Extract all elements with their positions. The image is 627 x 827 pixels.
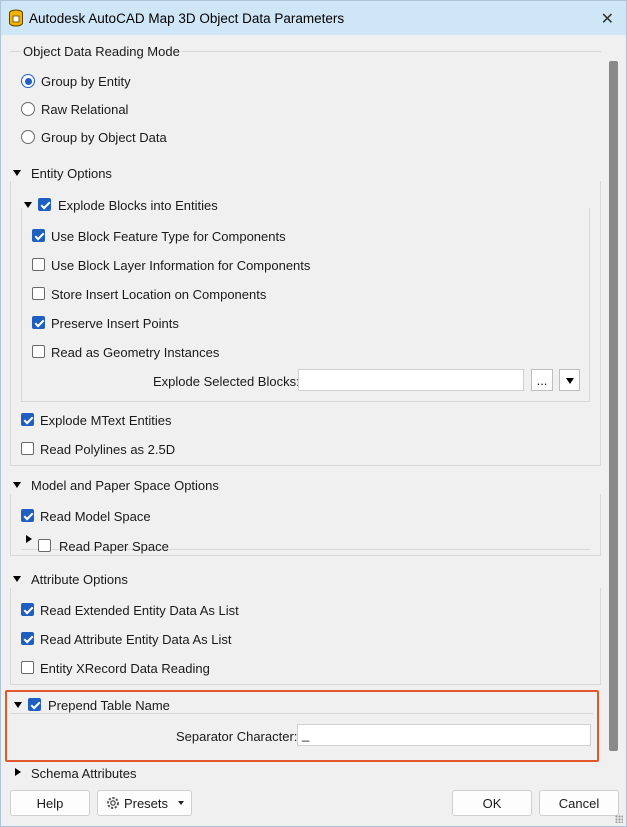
explode-blocks-checkbox[interactable] bbox=[38, 198, 51, 211]
checkbox-label: Read Model Space bbox=[40, 509, 151, 524]
use-block-layer-checkbox[interactable] bbox=[32, 258, 45, 271]
checkbox-label: Explode MText Entities bbox=[40, 413, 172, 428]
vertical-scrollbar[interactable] bbox=[605, 36, 626, 781]
cancel-button-label: Cancel bbox=[558, 795, 600, 811]
read-model-space-checkbox[interactable] bbox=[21, 509, 34, 522]
read-as-geometry-instances-checkbox[interactable] bbox=[32, 345, 45, 358]
use-block-feature-type-checkbox[interactable] bbox=[32, 229, 45, 242]
checkbox-label: Preserve Insert Points bbox=[51, 316, 179, 331]
prepend-table-name-checkbox[interactable] bbox=[28, 698, 41, 711]
chevron-down-icon bbox=[565, 378, 574, 384]
title-bar: Autodesk AutoCAD Map 3D Object Data Para… bbox=[1, 1, 626, 35]
preserve-insert-points-checkbox[interactable] bbox=[32, 316, 45, 329]
parameters-panel: Object Data Reading Mode Group by Entity… bbox=[1, 36, 605, 781]
collapse-attribute-options-icon[interactable] bbox=[13, 576, 21, 582]
scrollbar-thumb[interactable] bbox=[609, 61, 618, 751]
resize-grip-icon[interactable] bbox=[615, 815, 623, 823]
entity-xrecord-checkbox[interactable] bbox=[21, 661, 34, 674]
checkbox-label: Read Extended Entity Data As List bbox=[40, 603, 239, 618]
radio-label: Raw Relational bbox=[41, 102, 129, 117]
collapse-prepend-icon[interactable] bbox=[14, 702, 22, 708]
read-paper-space-checkbox[interactable] bbox=[38, 539, 51, 552]
blocks-dropdown-button[interactable] bbox=[559, 369, 580, 391]
checkbox-label: Prepend Table Name bbox=[48, 698, 170, 713]
chevron-down-icon bbox=[178, 801, 185, 805]
reading-mode-title: Object Data Reading Mode bbox=[21, 44, 182, 59]
explode-blocks-label: Explode Blocks into Entities bbox=[58, 198, 218, 213]
ok-button-label: OK bbox=[482, 795, 502, 811]
ok-button[interactable]: OK bbox=[452, 790, 532, 816]
dialog-window: Autodesk AutoCAD Map 3D Object Data Para… bbox=[0, 0, 627, 827]
checkbox-label: Use Block Layer Information for Componen… bbox=[51, 258, 311, 273]
read-polylines-25d-checkbox[interactable] bbox=[21, 442, 34, 455]
explode-selected-blocks-input[interactable] bbox=[298, 369, 524, 391]
presets-button-label: Presets bbox=[123, 795, 169, 811]
expand-paper-space-icon[interactable] bbox=[26, 535, 32, 543]
collapse-explode-blocks-icon[interactable] bbox=[24, 202, 32, 208]
browse-blocks-button[interactable]: ... bbox=[531, 369, 553, 391]
radio-raw-relational[interactable] bbox=[21, 102, 35, 116]
explode-selected-blocks-label: Explode Selected Blocks: bbox=[153, 374, 300, 389]
window-title: Autodesk AutoCAD Map 3D Object Data Para… bbox=[29, 10, 345, 26]
attribute-options-title: Attribute Options bbox=[31, 572, 128, 587]
checkbox-label: Read Attribute Entity Data As List bbox=[40, 632, 232, 647]
checkbox-label: Read Paper Space bbox=[59, 539, 169, 554]
dialog-footer: Help Presets OK Cancel bbox=[1, 781, 626, 826]
checkbox-label: Use Block Feature Type for Components bbox=[51, 229, 286, 244]
collapse-model-paper-icon[interactable] bbox=[13, 482, 21, 488]
gear-icon bbox=[106, 797, 119, 809]
store-insert-location-checkbox[interactable] bbox=[32, 287, 45, 300]
checkbox-label: Read as Geometry Instances bbox=[51, 345, 220, 360]
entity-options-title: Entity Options bbox=[31, 166, 112, 181]
collapse-entity-options-icon[interactable] bbox=[13, 170, 21, 176]
explode-mtext-checkbox[interactable] bbox=[21, 413, 34, 426]
checkbox-label: Read Polylines as 2.5D bbox=[40, 442, 176, 457]
separator-character-label: Separator Character: bbox=[176, 729, 298, 744]
radio-group-by-entity[interactable] bbox=[21, 74, 35, 88]
model-paper-title: Model and Paper Space Options bbox=[31, 478, 219, 493]
cancel-button[interactable]: Cancel bbox=[539, 790, 619, 816]
presets-button[interactable]: Presets bbox=[97, 790, 192, 816]
schema-attributes-title: Schema Attributes bbox=[31, 766, 137, 781]
help-button[interactable]: Help bbox=[10, 790, 90, 816]
checkbox-label: Store Insert Location on Components bbox=[51, 287, 267, 302]
divider bbox=[10, 713, 593, 714]
help-button-label: Help bbox=[36, 795, 64, 811]
expand-schema-icon[interactable] bbox=[15, 768, 21, 776]
read-attribute-entity-data-checkbox[interactable] bbox=[21, 632, 34, 645]
read-extended-entity-data-checkbox[interactable] bbox=[21, 603, 34, 616]
radio-label: Group by Entity bbox=[41, 74, 131, 89]
radio-group-by-object-data[interactable] bbox=[21, 130, 35, 144]
database-icon bbox=[9, 9, 23, 27]
checkbox-label: Entity XRecord Data Reading bbox=[40, 661, 210, 676]
separator-character-input[interactable]: _ bbox=[297, 724, 591, 746]
close-icon[interactable]: ✕ bbox=[601, 9, 614, 29]
radio-label: Group by Object Data bbox=[41, 130, 167, 145]
